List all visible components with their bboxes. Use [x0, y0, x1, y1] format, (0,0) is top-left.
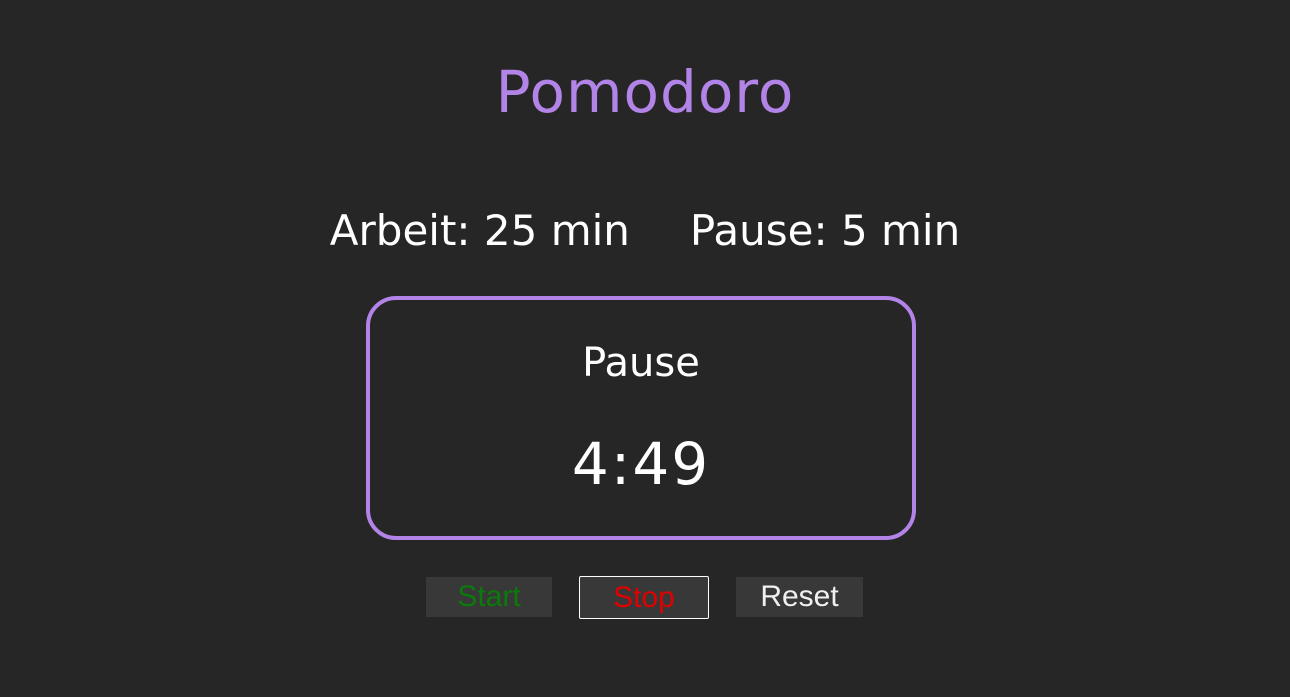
timer-panel: Pause 4:49: [366, 296, 916, 540]
timer-controls: Start Stop Reset: [0, 576, 1290, 619]
stop-button[interactable]: Stop: [579, 576, 709, 619]
timer-countdown: 4:49: [571, 430, 711, 498]
app-title: Pomodoro: [495, 58, 795, 126]
reset-button[interactable]: Reset: [736, 577, 863, 617]
break-duration-label: Pause: 5 min: [689, 206, 961, 255]
start-button[interactable]: Start: [426, 577, 552, 617]
timer-phase: Pause: [582, 340, 700, 386]
work-duration-label: Arbeit: 25 min: [329, 206, 630, 255]
pomodoro-app: Pomodoro Arbeit: 25 min Pause: 5 min Pau…: [0, 0, 1290, 697]
duration-settings: Arbeit: 25 min Pause: 5 min: [0, 206, 1290, 255]
